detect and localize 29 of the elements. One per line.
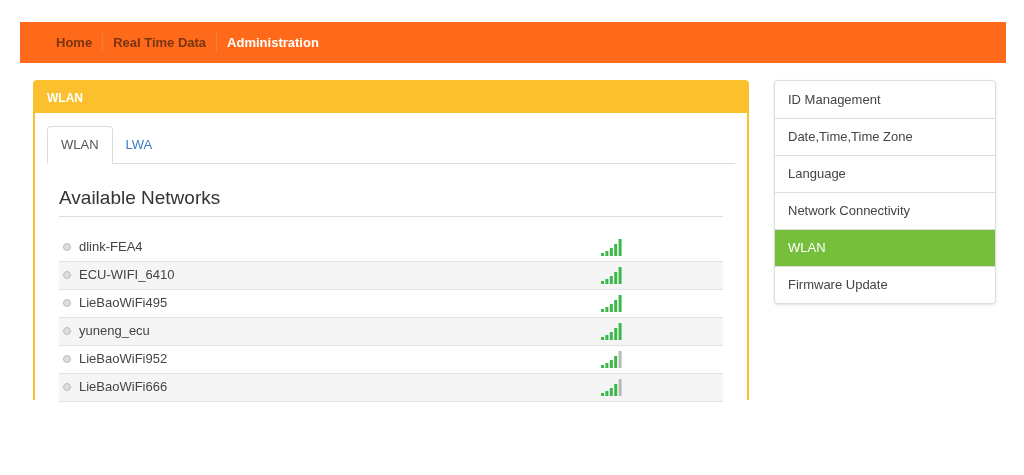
menu-item[interactable]: Date,Time,Time Zone (775, 118, 995, 155)
tab[interactable]: LWA (112, 126, 166, 164)
network-name: LieBaoWiFi495 (79, 294, 169, 313)
network-row[interactable]: yuneng_ecu (59, 317, 723, 346)
radio-icon (63, 271, 71, 279)
radio-icon (63, 355, 71, 363)
network-name: LieBaoWiFi666 (79, 378, 169, 397)
menu-item[interactable]: ID Management (775, 81, 995, 118)
network-row[interactable]: ECU-WIFI_6410 (59, 261, 723, 290)
tab[interactable]: WLAN (47, 126, 113, 164)
signal-icon (601, 350, 623, 368)
panel-title: WLAN (47, 89, 83, 107)
network-name: yuneng_ecu (79, 322, 151, 341)
signal-icon (601, 378, 623, 396)
signal-icon (601, 266, 623, 284)
menu-item[interactable]: Firmware Update (775, 266, 995, 303)
signal-icon (601, 238, 623, 256)
signal-icon (601, 294, 623, 312)
radio-icon (63, 327, 71, 335)
network-name: dlink-FEA4 (79, 238, 144, 257)
network-name: ECU-WIFI_6410 (79, 266, 176, 285)
network-name: LieBaoWiFi952 (79, 350, 169, 369)
radio-icon (63, 299, 71, 307)
network-row[interactable]: LieBaoWiFi666 (59, 373, 723, 402)
menu-item[interactable]: Language (775, 155, 995, 192)
signal-icon (601, 322, 623, 340)
radio-icon (63, 243, 71, 251)
radio-icon (63, 383, 71, 391)
section-heading: Available Networks (59, 184, 723, 217)
